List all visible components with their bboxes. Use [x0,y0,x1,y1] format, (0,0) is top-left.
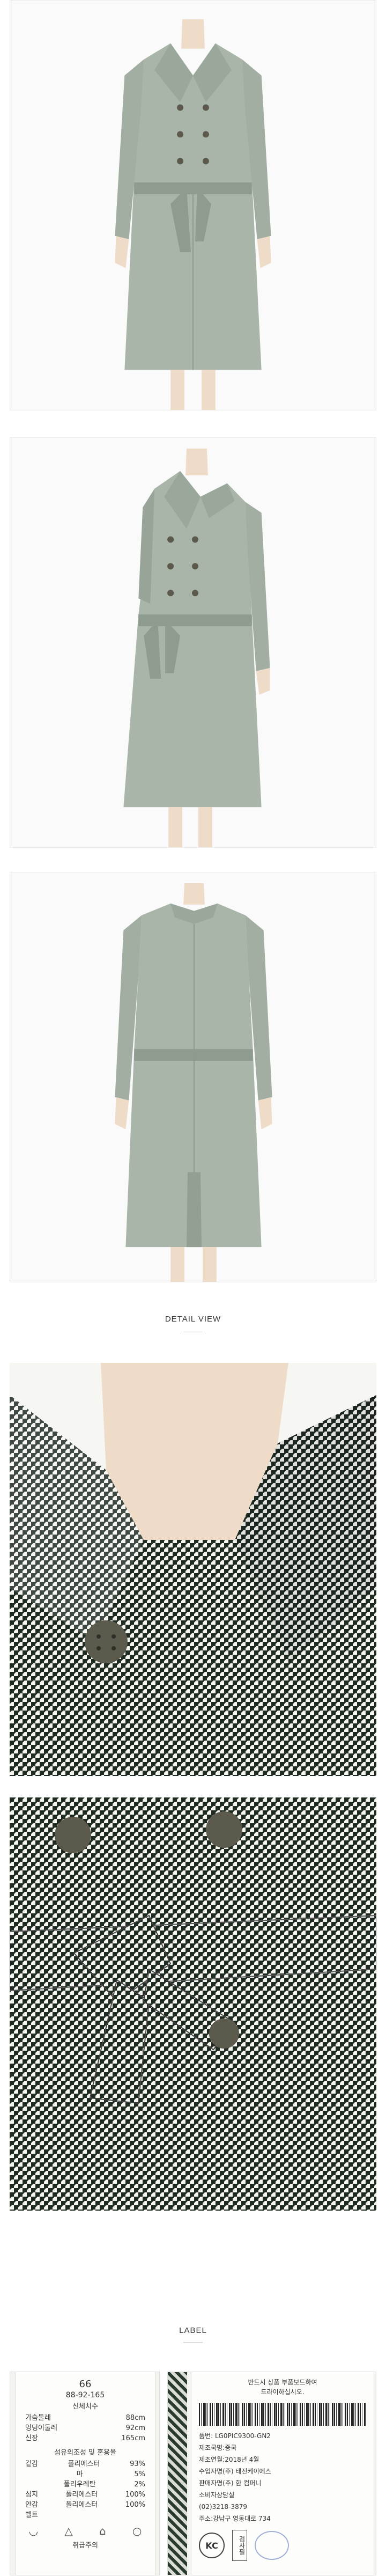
info-line: 품번: LG0PIC9300-GN2 [199,2432,271,2440]
bleach-icon: △ [64,2524,73,2537]
wash-icon: ◡ [28,2524,39,2537]
coat-back-image [10,872,376,1282]
fiber-row: 겉감 폴리에스터 93% [16,2459,155,2469]
info-tag: 반드시 상품 부품보드하여 드라이하십시오. 품번: LG0PIC9300-GN… [191,2372,374,2575]
fiber-pct: 100% [125,2501,145,2509]
notice-line: 반드시 상품 부품보드하여 [248,2379,317,2386]
fiber-pct: 100% [125,2491,145,2499]
fiber-pct: 2% [134,2480,145,2489]
fiber-material: 폴리우레탄 [63,2480,96,2489]
coat-front-image [10,1,376,410]
fiber-pct: 5% [134,2470,145,2478]
stamp-seal-icon [255,2531,289,2560]
measurement-row: 가슴둘레 88cm [16,2413,155,2423]
measurement-name: 신장 [25,2434,38,2442]
coat-side-image [10,438,376,847]
label-photo-info-tag: 반드시 상품 부품보드하여 드라이하십시오. 품번: LG0PIC9300-GN… [167,2372,376,2575]
fiber-row: 벨트 [16,2510,155,2520]
measurement-name: 가슴둘레 [25,2414,51,2422]
inspection-stamp: 검사필 [232,2530,247,2561]
fiber-part: 벨트 [25,2511,38,2519]
fiber-material: 폴리에스터 [65,2501,98,2509]
size-code: 66 [79,2379,92,2390]
body-size-title: 신체치수 [72,2403,98,2411]
fiber-part: 심지 [25,2491,38,2499]
measurement-value: 92cm [125,2424,145,2432]
fiber-part: 겉감 [25,2460,38,2468]
info-line: 소비자상담실 [199,2491,235,2499]
notice-line: 드라이하십시오. [261,2388,305,2396]
info-line: 제조연월:2018년 4월 [199,2456,259,2463]
kc-mark-icon: KC [199,2533,225,2558]
fiber-row: 안감 폴리에스터 100% [16,2500,155,2510]
label-heading: LABEL [179,2326,207,2335]
detail-photo-belt [10,1797,376,2211]
fiber-row: 심지 폴리에스터 100% [16,2490,155,2500]
belt-detail-image [10,1797,376,2211]
fiber-material: 폴리에스터 [68,2460,100,2468]
detail-view-heading: DETAIL VIEW [165,1315,221,1324]
product-photo-front [10,0,376,410]
measurement-row: 엉덩이둘레 92cm [16,2423,155,2433]
care-symbols: ◡ △ ⌂ ○ [16,2524,155,2537]
size-tag: 66 88-92-165 신체치수 가슴둘레 88cm 엉덩이둘레 92cm 신장 1… [16,2372,155,2575]
care-title: 취급주의 [72,2542,98,2550]
barcode [199,2403,366,2426]
measurement-value: 165cm [121,2434,145,2442]
fiber-pct: 93% [130,2460,145,2468]
fiber-row: 마 5% [16,2469,155,2479]
fiber-material: 폴리에스터 [65,2491,98,2499]
fiber-part: 안감 [25,2501,38,2509]
info-line: 판매자명(주) 한 컴퍼니 [199,2479,262,2487]
fiber-row: 폴리우레탄 2% [16,2479,155,2490]
product-photo-back [10,872,376,1282]
label-photo-size-tag: 66 88-92-165 신체치수 가슴둘레 88cm 엉덩이둘레 92cm 신장 1… [10,2372,160,2575]
measurement-row: 신장 165cm [16,2433,155,2443]
measurement-name: 엉덩이둘레 [25,2424,57,2432]
info-line: 수입자명(주) 태진케이에스 [199,2468,271,2475]
info-line: 주소:강남구 영동대로 734 [199,2515,271,2522]
certification-marks: KC 검사필 [199,2530,366,2561]
size-numbers: 88-92-165 [65,2391,105,2399]
measurement-value: 88cm [125,2414,145,2422]
notice-text: 반드시 상품 부품보드하여 드라이하십시오. [191,2377,374,2397]
detail-photo-collar [10,1363,376,1776]
info-line: (02)3218-3879 [199,2503,248,2511]
info-line: 제조국명:중국 [199,2444,237,2452]
dry-clean-icon: ○ [132,2524,142,2537]
iron-icon: ⌂ [99,2524,106,2537]
collar-detail-image [10,1363,376,1776]
product-photo-side [10,437,376,848]
fiber-material: 마 [76,2470,83,2478]
fabric-edge [168,2372,187,2575]
fiber-title: 섬유의조성 및 혼용율 [54,2449,116,2457]
